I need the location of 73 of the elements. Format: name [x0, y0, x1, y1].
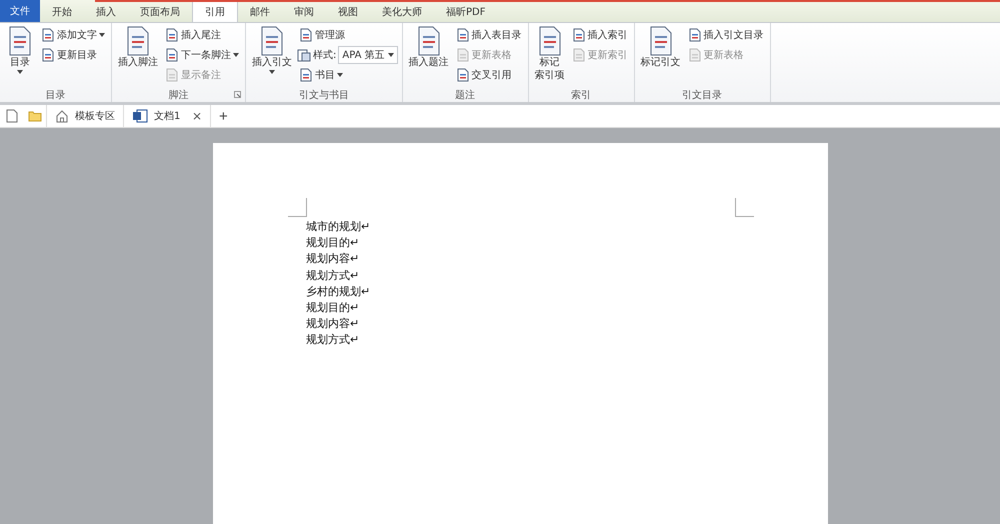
- document-line: 规划方式↵: [306, 332, 360, 348]
- document-icon: [41, 48, 55, 62]
- document-line: 规划目的↵: [306, 235, 360, 252]
- document-icon: [456, 28, 470, 42]
- document-tab[interactable]: 文档1 ×: [123, 105, 211, 127]
- document-icon: [165, 68, 179, 82]
- document-icon: [456, 48, 470, 62]
- ribbon-tab[interactable]: 插入: [84, 2, 128, 22]
- caret-icon: [337, 73, 343, 77]
- style-icon: [297, 48, 311, 62]
- document-line: 规划内容↵: [306, 316, 360, 332]
- ribbon-small-button[interactable]: 添加文字: [39, 26, 107, 44]
- style-dropdown[interactable]: APA 第五: [338, 46, 398, 64]
- document-icon: [299, 28, 313, 42]
- ribbon-small-button[interactable]: 管理源: [297, 26, 398, 44]
- document-icon: [41, 28, 55, 42]
- ribbon-large-button[interactable]: 标记 索引项: [532, 26, 567, 82]
- file-menu-button[interactable]: 文件: [0, 0, 40, 22]
- ribbon-small-button[interactable]: 交叉引用: [454, 66, 524, 84]
- new-file-icon[interactable]: [6, 109, 18, 123]
- document-icon: [572, 28, 586, 42]
- document-icon: [165, 28, 179, 42]
- home-icon: [55, 109, 69, 123]
- ribbon-small-button[interactable]: 插入表目录: [454, 26, 524, 44]
- ribbon-tab[interactable]: 页面布局: [128, 2, 192, 22]
- word-document-icon: [132, 109, 148, 123]
- ribbon-large-button[interactable]: 目录: [4, 26, 36, 74]
- ribbon-small-button[interactable]: 插入索引: [570, 26, 630, 44]
- ribbon-large-button[interactable]: 插入题注: [406, 26, 451, 69]
- ribbon-small-button[interactable]: 书目: [297, 66, 398, 84]
- ribbon-tab[interactable]: 开始: [40, 2, 84, 22]
- document-line: 乡村的规划↵: [306, 284, 372, 300]
- ribbon-tab[interactable]: 福昕PDF: [434, 2, 498, 22]
- ribbon-small-button[interactable]: 下一条脚注: [163, 46, 241, 64]
- caret-icon: [17, 70, 23, 74]
- ribbon-tab[interactable]: 审阅: [282, 2, 326, 22]
- group-label: 题注: [455, 88, 476, 102]
- crop-mark: [735, 198, 754, 217]
- ribbon-large-button[interactable]: 插入引文: [250, 26, 294, 74]
- ribbon-small-button[interactable]: 插入引文目录: [686, 26, 766, 44]
- caret-icon: [269, 70, 275, 74]
- group-label: 索引: [571, 88, 592, 102]
- document-icon: [299, 68, 313, 82]
- ribbon-small-button[interactable]: 插入尾注: [163, 26, 241, 44]
- ribbon-tab[interactable]: 视图: [326, 2, 370, 22]
- ribbon-tab[interactable]: 美化大师: [370, 2, 434, 22]
- style-label: 样式:: [313, 48, 336, 62]
- caret-icon: [388, 53, 394, 57]
- caret-icon: [233, 53, 239, 57]
- document-icon: [165, 48, 179, 62]
- document-line: 城市的规划↵: [306, 219, 372, 235]
- ribbon-large-button[interactable]: 插入脚注: [116, 26, 160, 69]
- folder-icon[interactable]: [28, 110, 42, 122]
- dialog-launcher-icon[interactable]: [234, 91, 241, 98]
- new-tab-button[interactable]: +: [211, 108, 236, 124]
- document-line: 规划内容↵: [306, 251, 360, 268]
- ribbon-tab[interactable]: 引用: [192, 1, 238, 22]
- document-line: 规划目的↵: [306, 300, 360, 316]
- document-icon: [456, 68, 470, 82]
- ribbon-tab[interactable]: 邮件: [238, 2, 282, 22]
- ribbon-large-button[interactable]: 标记引文: [638, 26, 683, 69]
- document-icon: [688, 28, 702, 42]
- group-label: 脚注: [168, 88, 188, 102]
- group-label: 引文目录: [682, 88, 722, 102]
- document-icon: [688, 48, 702, 62]
- group-label: 引文与书目: [298, 88, 349, 102]
- caret-icon: [99, 33, 105, 37]
- close-tab-button[interactable]: ×: [192, 109, 202, 123]
- document-icon: [572, 48, 586, 62]
- document-line: 规划方式↵: [306, 268, 360, 284]
- group-label: 目录: [46, 88, 66, 102]
- ribbon-small-button[interactable]: 更新目录: [39, 46, 107, 64]
- crop-mark: [288, 198, 307, 217]
